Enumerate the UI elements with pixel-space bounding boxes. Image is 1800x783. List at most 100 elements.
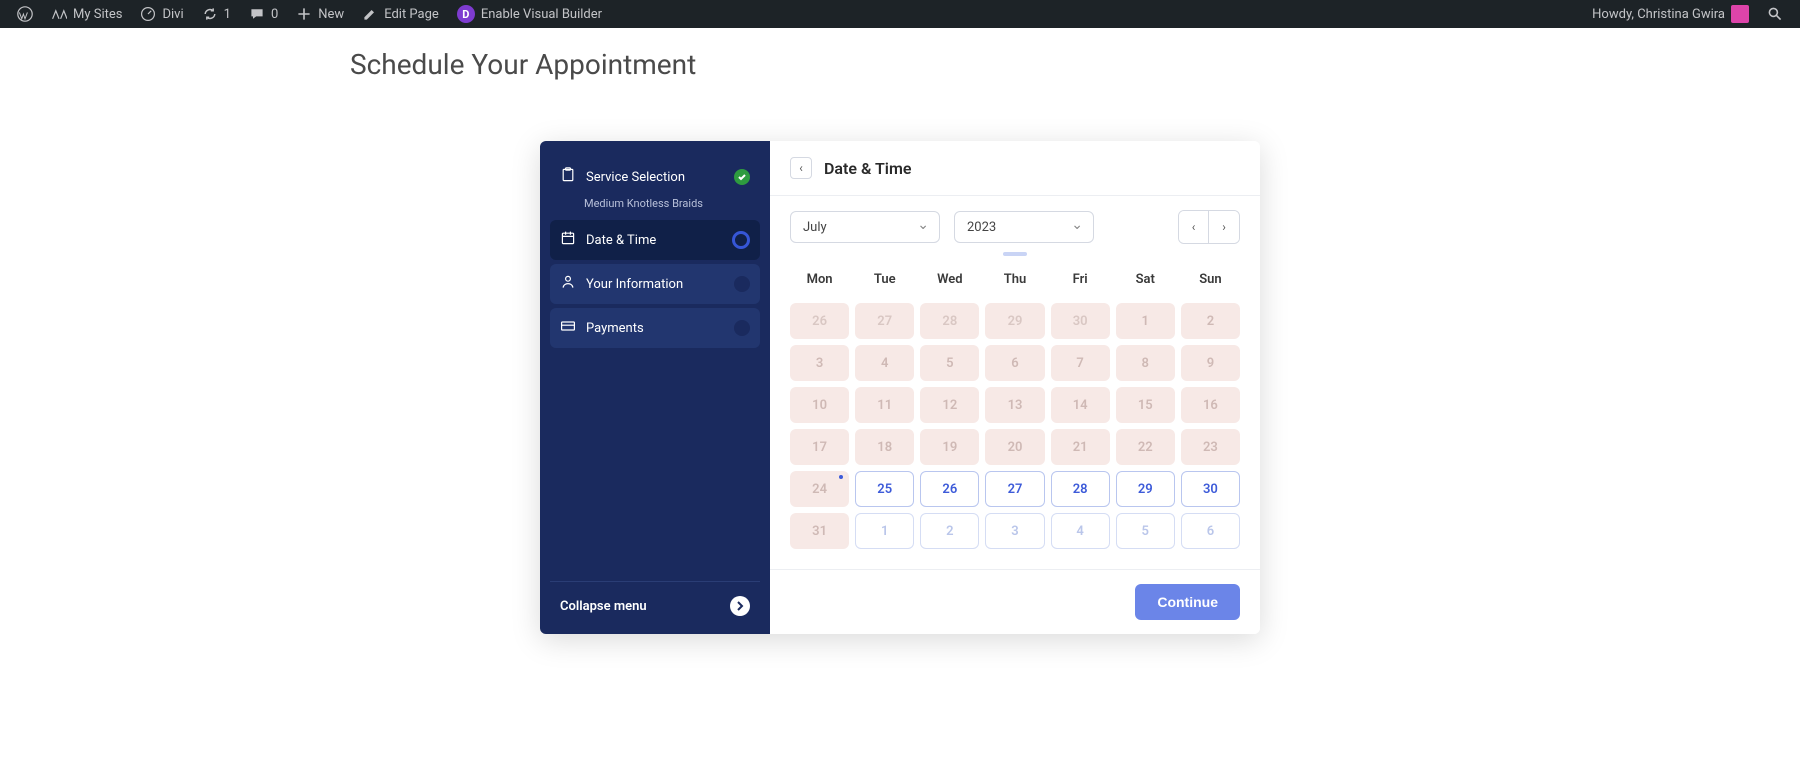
card-icon: [560, 318, 576, 338]
calendar-day[interactable]: 29: [1116, 471, 1175, 507]
weekday-header: Sat: [1116, 262, 1175, 297]
main-header: ‹ Date & Time: [770, 141, 1260, 196]
calendar-day[interactable]: 28: [1051, 471, 1110, 507]
chevron-left-icon: ‹: [799, 161, 803, 175]
calendar-day[interactable]: 5: [1116, 513, 1175, 549]
calendar-day: 15: [1116, 387, 1175, 423]
calendar-day: 18: [855, 429, 914, 465]
howdy-user[interactable]: Howdy, Christina Gwira: [1583, 0, 1758, 28]
weekday-header: Tue: [855, 262, 914, 297]
edit-page[interactable]: Edit Page: [353, 0, 448, 28]
main-title: Date & Time: [824, 159, 911, 178]
updates-count: 1: [224, 7, 231, 22]
step-date-time[interactable]: Date & Time: [550, 220, 760, 260]
search-icon: [1767, 6, 1783, 22]
drag-handle: [770, 248, 1260, 258]
wp-logo[interactable]: [8, 0, 42, 28]
step-service-selection[interactable]: Service Selection: [550, 157, 760, 197]
month-value: July: [803, 220, 827, 235]
calendar-day: 31: [790, 513, 849, 549]
update-icon: [202, 6, 218, 22]
calendar-day: 19: [920, 429, 979, 465]
calendar-controls: July 2023 ‹ ›: [770, 196, 1260, 248]
chevron-right-icon: ›: [1222, 220, 1226, 234]
continue-button[interactable]: Continue: [1135, 584, 1240, 620]
calendar-day: 5: [920, 345, 979, 381]
divi-icon: D: [457, 5, 475, 23]
chevron-left-icon: ‹: [1192, 220, 1196, 234]
pending-step-indicator: [734, 276, 750, 292]
today-indicator: [839, 475, 843, 479]
calendar-day: 30: [1051, 303, 1110, 339]
calendar-day: 8: [1116, 345, 1175, 381]
site-name-label: Divi: [162, 7, 183, 22]
step-label: Service Selection: [586, 170, 685, 185]
visual-builder-label: Enable Visual Builder: [481, 7, 602, 22]
calendar-day: 9: [1181, 345, 1240, 381]
calendar-icon: [560, 230, 576, 250]
calendar-day: 1: [1116, 303, 1175, 339]
calendar-day[interactable]: 25: [855, 471, 914, 507]
step-payments[interactable]: Payments: [550, 308, 760, 348]
avatar: [1731, 5, 1749, 23]
howdy-label: Howdy, Christina Gwira: [1592, 7, 1725, 22]
calendar-day: 16: [1181, 387, 1240, 423]
wp-admin-bar: My Sites Divi 1 0 New: [0, 0, 1800, 28]
step-label: Your Information: [586, 277, 683, 292]
calendar-day: 7: [1051, 345, 1110, 381]
calendar-day[interactable]: 3: [985, 513, 1044, 549]
calendar-day[interactable]: 6: [1181, 513, 1240, 549]
calendar-day: 22: [1116, 429, 1175, 465]
search[interactable]: [1758, 0, 1792, 28]
calendar-day: 29: [985, 303, 1044, 339]
calendar-day[interactable]: 26: [920, 471, 979, 507]
next-month-button[interactable]: ›: [1209, 211, 1239, 243]
new-content[interactable]: New: [287, 0, 353, 28]
plus-icon: [296, 6, 312, 22]
calendar-day: 4: [855, 345, 914, 381]
calendar-day: 2: [1181, 303, 1240, 339]
calendar-day: 17: [790, 429, 849, 465]
weekday-header: Fri: [1051, 262, 1110, 297]
current-step-indicator: [732, 231, 750, 249]
my-sites[interactable]: My Sites: [42, 0, 131, 28]
dashboard-icon: [140, 6, 156, 22]
visual-builder[interactable]: D Enable Visual Builder: [448, 0, 611, 28]
collapse-menu[interactable]: Collapse menu: [550, 581, 760, 624]
weekday-header: Wed: [920, 262, 979, 297]
calendar-day: 23: [1181, 429, 1240, 465]
my-sites-label: My Sites: [73, 7, 122, 22]
collapse-label: Collapse menu: [560, 599, 647, 614]
new-label: New: [318, 7, 344, 22]
calendar-day: 27: [855, 303, 914, 339]
calendar-day: 24: [790, 471, 849, 507]
calendar-day[interactable]: 2: [920, 513, 979, 549]
prev-month-button[interactable]: ‹: [1179, 211, 1209, 243]
comments[interactable]: 0: [240, 0, 287, 28]
booking-widget: Service Selection Medium Knotless Braids…: [540, 141, 1260, 634]
year-value: 2023: [967, 220, 996, 235]
year-select[interactable]: 2023: [954, 211, 1094, 243]
calendar-day: 28: [920, 303, 979, 339]
site-name[interactable]: Divi: [131, 0, 192, 28]
calendar-day: 20: [985, 429, 1044, 465]
calendar-day: 3: [790, 345, 849, 381]
calendar-day: 26: [790, 303, 849, 339]
back-button[interactable]: ‹: [790, 157, 812, 179]
clipboard-icon: [560, 167, 576, 187]
month-select[interactable]: July: [790, 211, 940, 243]
check-icon: [734, 169, 750, 185]
weekday-header: Sun: [1181, 262, 1240, 297]
wordpress-icon: [17, 6, 33, 22]
weekday-header: Mon: [790, 262, 849, 297]
updates[interactable]: 1: [193, 0, 240, 28]
calendar-day[interactable]: 4: [1051, 513, 1110, 549]
step-your-information[interactable]: Your Information: [550, 264, 760, 304]
calendar-day[interactable]: 27: [985, 471, 1044, 507]
pencil-icon: [362, 6, 378, 22]
calendar-day[interactable]: 30: [1181, 471, 1240, 507]
step-label: Date & Time: [586, 233, 656, 248]
calendar-day[interactable]: 1: [855, 513, 914, 549]
calendar-day: 11: [855, 387, 914, 423]
pending-step-indicator: [734, 320, 750, 336]
